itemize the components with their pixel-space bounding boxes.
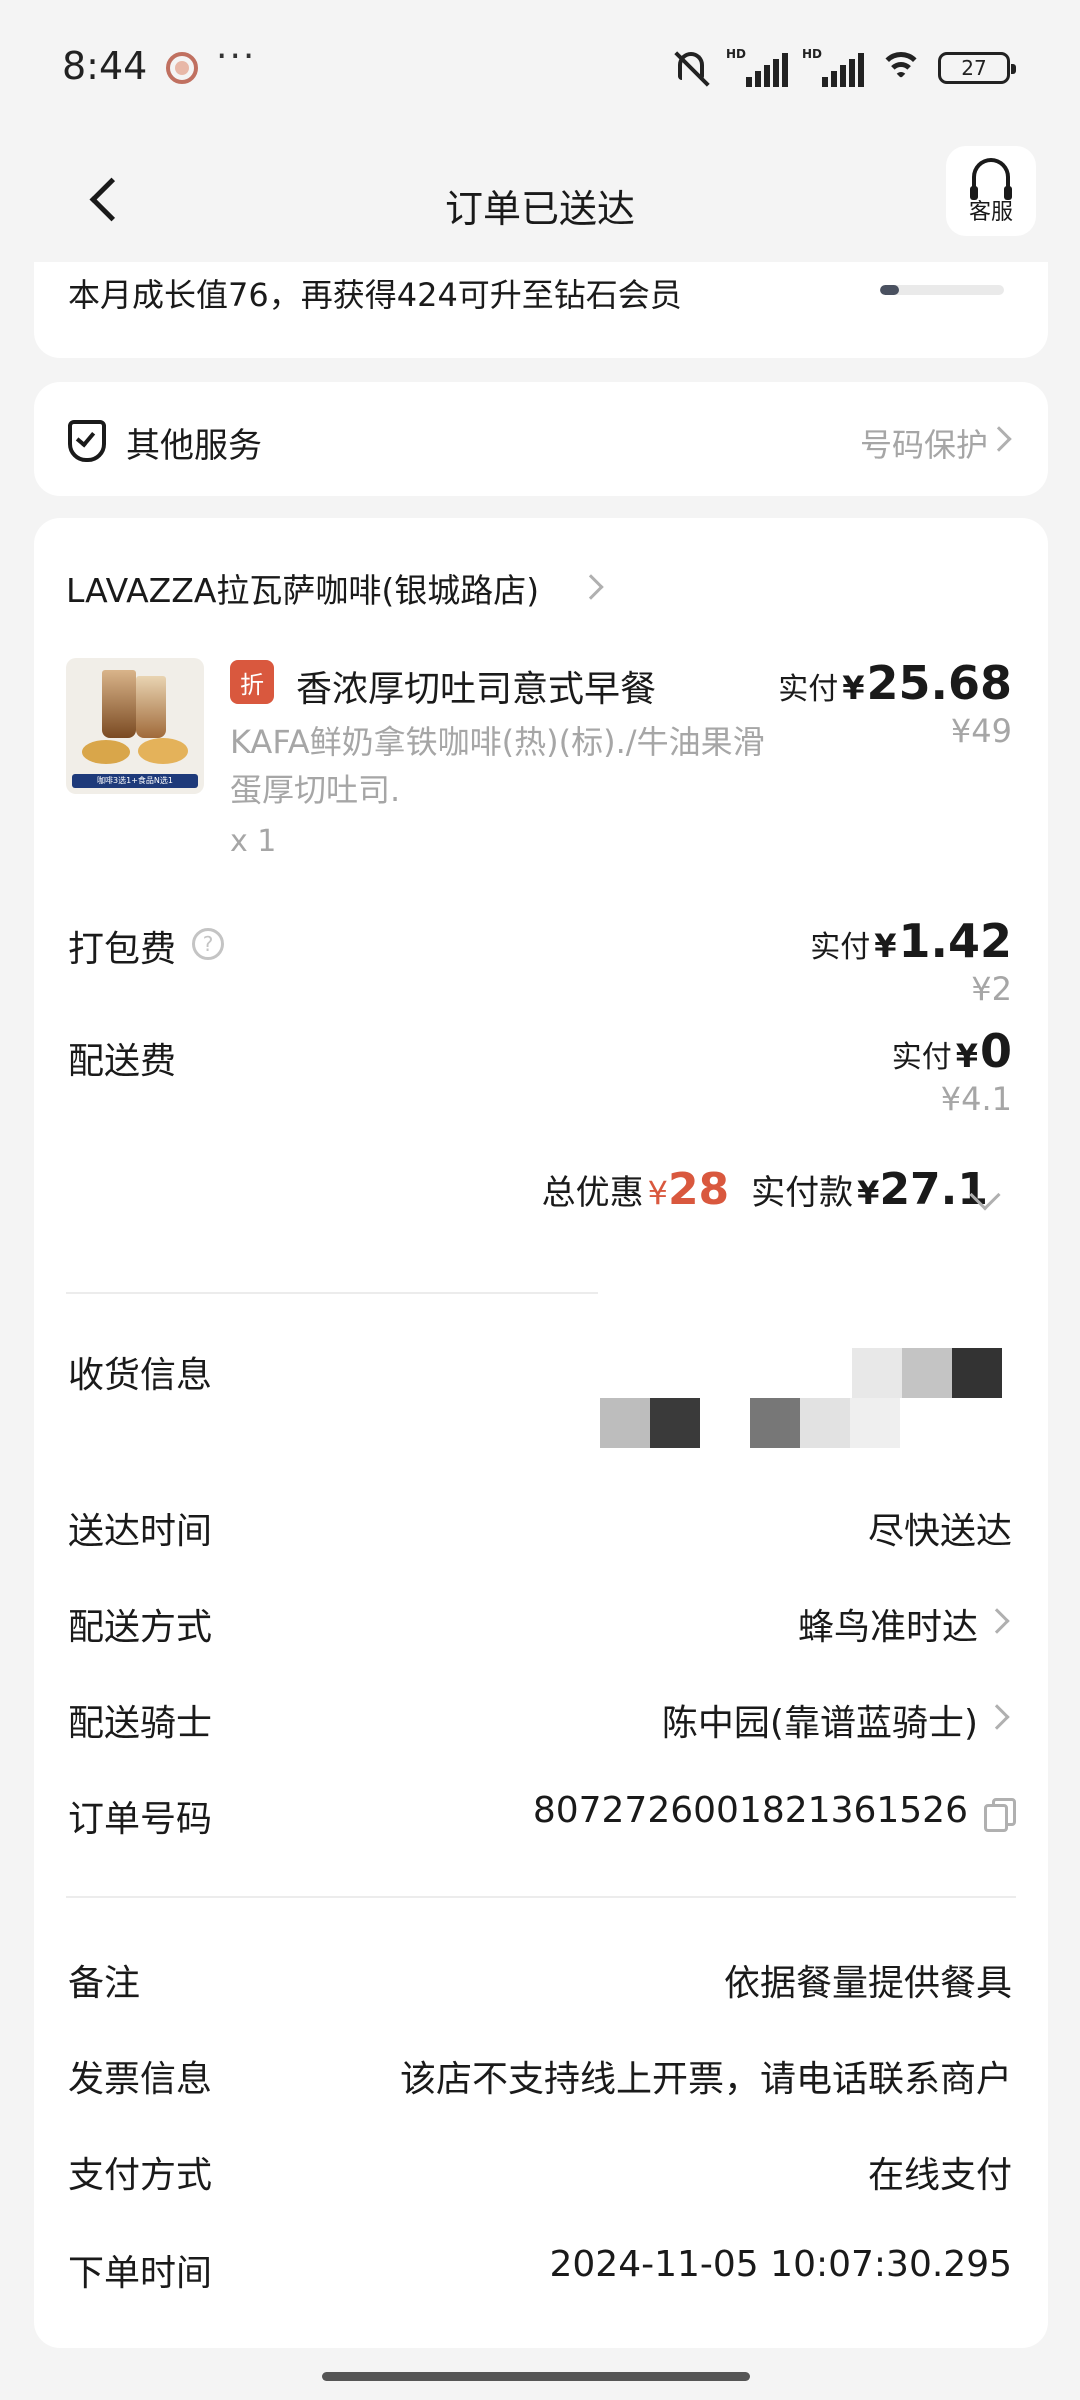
wifi-icon xyxy=(878,50,924,86)
number-protection-link[interactable]: 号码保护 xyxy=(860,420,988,466)
delivery-time-value: 尽快送达 xyxy=(867,1511,1012,1552)
mute-icon xyxy=(670,48,712,88)
signal-icon-2: HD xyxy=(802,47,864,87)
order-number-value: 8072726001821361526 xyxy=(532,1790,968,1831)
paid-label: 实付 xyxy=(891,1040,952,1075)
store-name-link[interactable]: LAVAZZA拉瓦萨咖啡(银城路店) xyxy=(66,564,539,612)
chevron-right-icon xyxy=(578,574,604,600)
receiver-info-label: 收货信息 xyxy=(68,1355,213,1396)
nav-header: 订单已送达 客服 xyxy=(0,140,1080,270)
growth-text: 本月成长值76，再获得424可升至钻石会员 xyxy=(68,276,682,314)
product-name: 香浓厚切吐司意式早餐 xyxy=(296,669,657,710)
delivery-fee-label: 配送费 xyxy=(68,1041,177,1082)
chevron-right-icon xyxy=(986,426,1012,452)
rider-value[interactable]: 陈中园(靠谱蓝骑士) xyxy=(662,1694,978,1746)
invoice-label: 发票信息 xyxy=(68,2059,213,2100)
membership-growth-card[interactable]: 本月成长值76，再获得424可升至钻石会员 xyxy=(34,262,1048,358)
packing-fee-price: 实付 ¥ 1.42 ¥2 xyxy=(810,914,1012,1008)
packing-fee-label: 打包费 xyxy=(68,929,177,970)
remark-value: 依据餐量提供餐具 xyxy=(723,1963,1012,2004)
currency-symbol: ¥ xyxy=(874,927,897,965)
currency-symbol: ¥ xyxy=(647,1174,668,1212)
delivery-time-label: 送达时间 xyxy=(68,1511,213,1552)
order-time-value: 2024-11-05 10:07:30.295 xyxy=(549,2244,1013,2285)
status-bar: 8:44 ··· HD HD 27 xyxy=(0,0,1080,140)
app-notification-icon xyxy=(166,52,198,84)
status-time: 8:44 xyxy=(62,44,148,88)
original-price: ¥49 xyxy=(950,712,1012,750)
more-notifications-icon: ··· xyxy=(216,36,257,77)
product-price: 实付 ¥ 25.68 ¥49 xyxy=(778,656,1012,750)
paid-label: 实付 xyxy=(810,930,871,965)
total-paid-amount: 27.1 xyxy=(879,1164,988,1215)
headset-icon xyxy=(970,158,1012,200)
signal-icon: HD xyxy=(726,47,788,87)
remark-label: 备注 xyxy=(68,1963,141,2004)
original-price: ¥4.1 xyxy=(940,1080,1012,1118)
delivery-method-value[interactable]: 蜂鸟准时达 xyxy=(798,1598,978,1650)
currency-symbol: ¥ xyxy=(842,669,865,707)
copy-icon[interactable] xyxy=(984,1798,1016,1832)
battery-icon: 27 xyxy=(938,52,1016,84)
divider xyxy=(66,1896,1016,1898)
product-image[interactable]: 咖啡3选1+食品N选1 xyxy=(66,658,204,794)
payment-method-value: 在线支付 xyxy=(867,2155,1012,2196)
total-discount-amount: 28 xyxy=(667,1164,730,1215)
delivery-method-label: 配送方式 xyxy=(68,1607,213,1648)
currency-symbol: ¥ xyxy=(857,1174,880,1212)
rider-label: 配送骑士 xyxy=(68,1703,213,1744)
product-description: KAFA鲜奶拿铁咖啡(热)(标)./牛油果滑蛋厚切吐司. xyxy=(230,723,765,809)
help-icon[interactable]: ? xyxy=(192,928,224,960)
payment-method-label: 支付方式 xyxy=(68,2155,213,2196)
other-services-title: 其他服务 xyxy=(126,426,262,466)
paid-amount: 25.68 xyxy=(866,656,1012,710)
paid-amount: 0 xyxy=(979,1024,1012,1078)
home-indicator[interactable] xyxy=(322,2372,750,2381)
delivery-fee-price: 实付 ¥ 0 ¥4.1 xyxy=(892,1024,1012,1118)
discount-badge: 折 xyxy=(230,660,274,704)
currency-symbol: ¥ xyxy=(955,1037,978,1075)
order-detail-card: LAVAZZA拉瓦萨咖啡(银城路店) 咖啡3选1+食品N选1 折 香浓厚切吐司意… xyxy=(34,518,1048,2348)
growth-progress-bar xyxy=(880,285,1004,295)
order-total-summary[interactable]: 总优惠 ¥ 28 实付款 ¥ 27.1 xyxy=(542,1164,988,1215)
original-price: ¥2 xyxy=(971,970,1012,1008)
product-image-caption: 咖啡3选1+食品N选1 xyxy=(72,774,198,788)
paid-amount: 1.42 xyxy=(898,914,1013,968)
divider xyxy=(66,1292,598,1294)
total-discount-label: 总优惠 xyxy=(541,1173,644,1213)
other-services-card[interactable]: 其他服务 号码保护 xyxy=(34,382,1048,496)
chevron-right-icon xyxy=(984,1704,1010,1730)
status-icons: HD HD 27 xyxy=(670,46,1016,90)
total-paid-label: 实付款 xyxy=(751,1173,854,1213)
page-title: 订单已送达 xyxy=(444,187,635,231)
order-time-label: 下单时间 xyxy=(68,2253,213,2294)
order-number-label: 订单号码 xyxy=(68,1799,213,1840)
invoice-value: 该店不支持线上开票，请电话联系商户 xyxy=(399,2059,1012,2100)
customer-service-button[interactable]: 客服 xyxy=(946,146,1036,236)
product-quantity: x 1 xyxy=(230,824,277,859)
growth-progress-fill xyxy=(880,285,899,295)
paid-label: 实付 xyxy=(778,672,839,707)
shield-icon xyxy=(68,420,106,462)
chevron-right-icon xyxy=(984,1608,1010,1634)
